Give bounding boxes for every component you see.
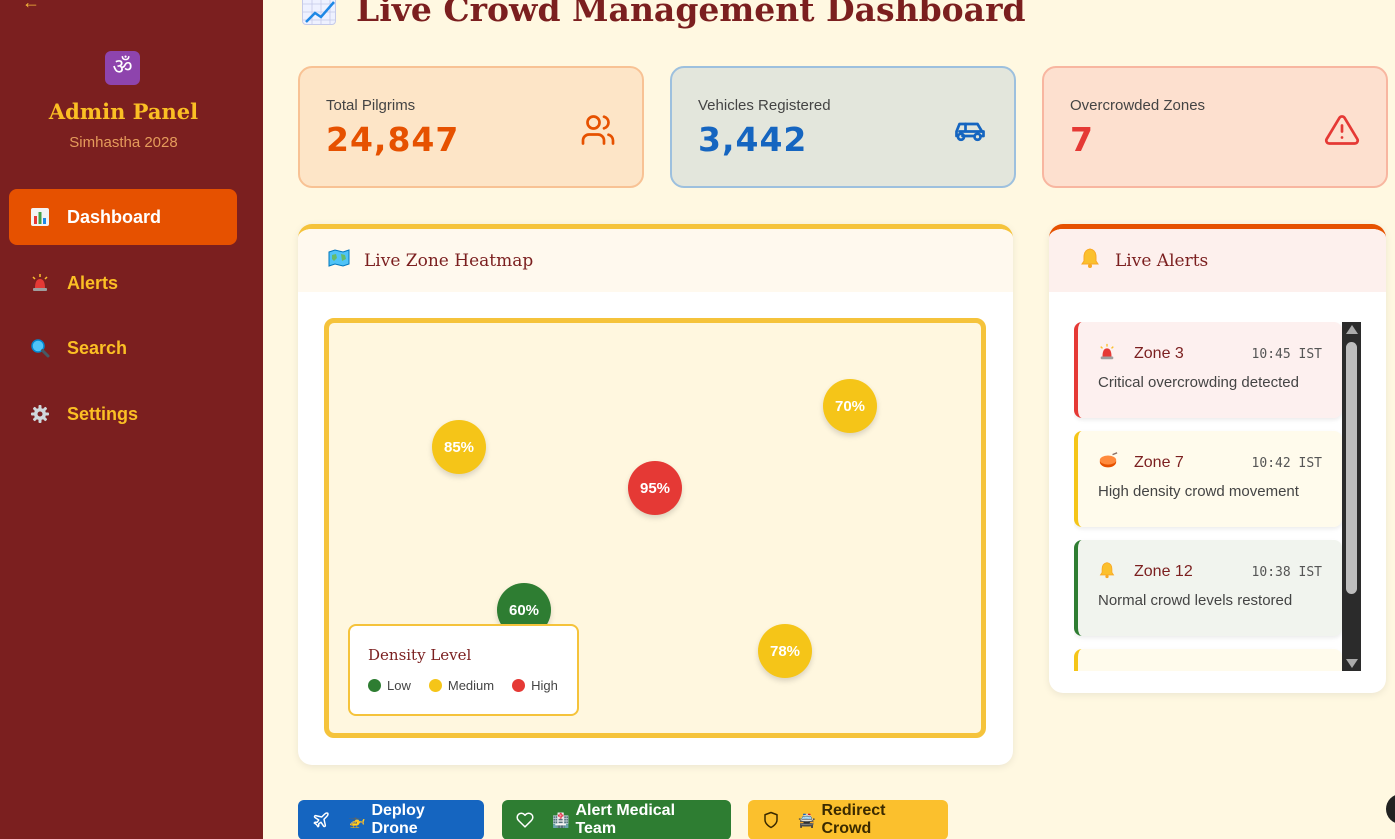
bell-icon — [1079, 247, 1103, 274]
bar-chart-icon — [29, 206, 51, 228]
stat-value: 3,442 — [698, 120, 808, 159]
alert-zone: Zone 12 — [1134, 563, 1193, 580]
alert-message: Normal crowd levels restored — [1098, 592, 1293, 609]
alert-message: High density crowd movement — [1098, 483, 1299, 500]
admin-panel-subtitle: Simhastha 2028 — [69, 134, 178, 151]
page-title: Live Crowd Management Dashboard — [356, 0, 1026, 29]
nav-label: Settings — [67, 403, 139, 424]
page-header: Live Crowd Management Dashboard — [302, 0, 1026, 29]
nav-label: Search — [67, 337, 128, 358]
shield-icon — [762, 811, 780, 829]
alert-card-partial[interactable] — [1074, 649, 1342, 671]
scroll-down-icon[interactable] — [1346, 659, 1358, 668]
scroll-thumb[interactable] — [1346, 342, 1357, 594]
sidebar: ← ॐ Admin Panel Simhastha 2028 Dashboard… — [0, 0, 263, 839]
redirect-crowd-button[interactable]: 🚔 Redirect Crowd — [748, 800, 948, 839]
alerts-title: Live Alerts — [1115, 250, 1209, 271]
alert-time: 10:42 IST — [1251, 455, 1322, 471]
stat-card-pilgrims: Total Pilgrims 24,847 — [298, 66, 644, 188]
bell-icon — [1098, 561, 1122, 584]
nav-item-alerts[interactable]: Alerts — [9, 255, 237, 311]
drum-icon — [1098, 451, 1122, 475]
nav-item-dashboard[interactable]: Dashboard — [9, 189, 237, 245]
magnifier-icon — [29, 337, 51, 359]
legend-high: High — [512, 678, 558, 693]
nav-label: Alerts — [67, 272, 119, 293]
alerts-list[interactable]: Zone 3 10:45 IST Critical overcrowding d… — [1074, 322, 1342, 671]
high-dot-icon — [512, 679, 526, 692]
alert-time: 10:45 IST — [1251, 346, 1322, 362]
button-label: Alert Medical Team — [575, 802, 676, 837]
nav-label: Dashboard — [67, 206, 162, 227]
plane-icon — [312, 811, 330, 829]
heatmap-title: Live Zone Heatmap — [364, 250, 534, 271]
stat-value: 24,847 — [326, 120, 460, 159]
helicopter-icon: 🚁 — [348, 811, 366, 828]
heart-icon — [516, 811, 534, 829]
alert-time: 10:38 IST — [1251, 564, 1322, 580]
heatmap-header: Live Zone Heatmap — [298, 229, 1013, 292]
alert-medical-team-button[interactable]: 🏥 Alert Medical Team — [502, 800, 731, 839]
stat-card-overcrowded: Overcrowded Zones 7 — [1042, 66, 1388, 188]
siren-icon — [1098, 343, 1122, 366]
users-icon — [580, 112, 616, 148]
zone-marker[interactable]: 78% — [758, 624, 812, 678]
nav-item-search[interactable]: Search — [9, 320, 237, 376]
legend-title: Density Level — [368, 646, 472, 664]
zone-marker[interactable]: 70% — [823, 379, 877, 433]
stat-card-vehicles: Vehicles Registered 3,442 — [670, 66, 1016, 188]
police-car-icon: 🚔 — [798, 811, 816, 828]
back-arrow-icon[interactable]: ← — [22, 0, 40, 13]
medium-dot-icon — [428, 679, 442, 692]
button-label: Deploy Drone — [371, 802, 425, 837]
alert-card[interactable]: Zone 12 10:38 IST Normal crowd levels re… — [1074, 540, 1342, 636]
alerts-panel: Live Alerts Zone 3 10:45 IST Critical ov… — [1049, 224, 1386, 693]
nav-item-settings[interactable]: Settings — [9, 386, 237, 442]
scroll-up-icon[interactable] — [1346, 325, 1358, 334]
car-icon — [952, 112, 988, 148]
alert-zone: Zone 7 — [1134, 454, 1184, 471]
zone-marker[interactable]: 95% — [628, 461, 682, 515]
world-map-icon — [328, 249, 352, 272]
legend-low: Low — [368, 678, 411, 693]
stat-label: Vehicles Registered — [698, 97, 831, 114]
alerts-header: Live Alerts — [1049, 229, 1386, 292]
gear-icon — [29, 403, 51, 425]
alert-message: Critical overcrowding detected — [1098, 374, 1299, 391]
button-label: Redirect Crowd — [821, 802, 886, 837]
heatmap-panel: Live Zone Heatmap 85% 70% 95% 60% 78% De… — [298, 224, 1013, 765]
siren-icon — [29, 272, 51, 294]
floating-chat-button[interactable] — [1386, 794, 1395, 824]
legend-medium: Medium — [428, 678, 494, 693]
heatmap-map[interactable]: 85% 70% 95% 60% 78% Density Level Low Me… — [324, 318, 986, 738]
admin-panel-title: Admin Panel — [48, 99, 199, 124]
alert-card[interactable]: Zone 7 10:42 IST High density crowd move… — [1074, 431, 1342, 527]
alerts-scrollbar[interactable] — [1342, 322, 1361, 671]
density-legend: Density Level Low Medium High — [348, 624, 579, 716]
zone-marker[interactable]: 85% — [432, 420, 486, 474]
hospital-icon: 🏥 — [552, 811, 570, 828]
stat-value: 7 — [1070, 120, 1094, 159]
alert-zone: Zone 3 — [1134, 345, 1184, 362]
low-dot-icon — [368, 679, 381, 692]
alert-card[interactable]: Zone 3 10:45 IST Critical overcrowding d… — [1074, 322, 1342, 418]
stat-label: Total Pilgrims — [326, 97, 416, 114]
stat-label: Overcrowded Zones — [1070, 97, 1206, 114]
warning-icon — [1324, 112, 1360, 148]
deploy-drone-button[interactable]: 🚁 Deploy Drone — [298, 800, 484, 839]
om-logo: ॐ — [105, 51, 140, 85]
chart-increasing-icon — [302, 0, 336, 25]
